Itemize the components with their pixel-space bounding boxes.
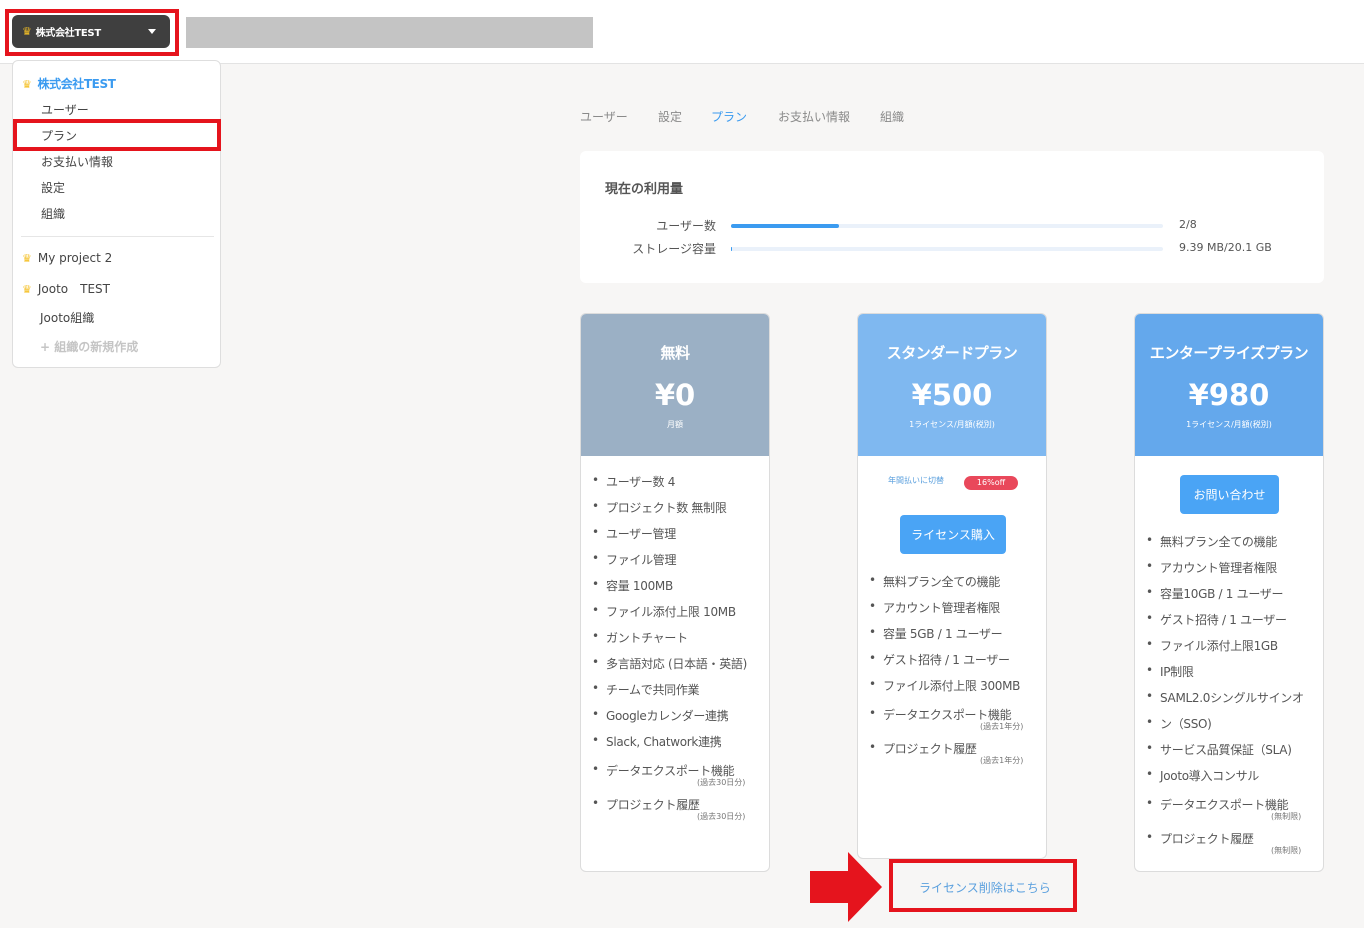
contact-us-button[interactable]: お問い合わせ xyxy=(1180,475,1279,514)
caret-down-icon xyxy=(148,29,156,34)
plan-card-standard: スタンダードプラン ¥500 1ライセンス/月額(税別) 年間払いに切替 16%… xyxy=(857,313,1047,859)
plan-feature: ユーザー数 4 xyxy=(592,473,675,490)
plan-feature: アカウント管理者権限 xyxy=(869,599,1000,616)
users-usage-bar xyxy=(731,224,1163,228)
plan-feature: プロジェクト履歴 xyxy=(1146,830,1254,847)
plan-price-note: 1ライセンス/月額(税別) xyxy=(909,420,995,429)
discount-badge: 16%off xyxy=(964,476,1018,490)
crown-icon: ♛ xyxy=(22,283,32,296)
plan-feature: 容量10GB / 1 ユーザー xyxy=(1146,585,1283,602)
plan-price: ¥0 xyxy=(654,378,696,412)
red-arrow-icon xyxy=(810,852,882,922)
storage-usage-label: ストレージ容量 xyxy=(632,242,716,256)
plan-price: ¥980 xyxy=(1188,378,1270,412)
dropdown-item-settings[interactable]: 設定 xyxy=(41,179,65,196)
plan-feature: 多言語対応 (日本語・英語) xyxy=(592,655,747,672)
plan-feature: 無料プラン全ての機能 xyxy=(1146,533,1277,550)
dropdown-item-billing[interactable]: お支払い情報 xyxy=(41,153,113,170)
org-dropdown-menu: ♛ 株式会社TEST ユーザー プラン お支払い情報 設定 組織 ♛ My proj… xyxy=(12,60,221,368)
usage-card: 現在の利用量 ユーザー数 2/8 ストレージ容量 9.39 MB/20.1 GB xyxy=(580,151,1324,283)
plan-feature-note: (過去1年分) xyxy=(980,756,1024,765)
delete-license-link[interactable]: ライセンス削除はこちら xyxy=(919,879,1051,896)
dropdown-item-users[interactable]: ユーザー xyxy=(41,101,89,118)
plan-price: ¥500 xyxy=(911,378,993,412)
plan-feature-note: (無制限) xyxy=(1271,812,1302,821)
plan-name: 無料 xyxy=(660,344,690,362)
plan-feature-note: (過去1年分) xyxy=(980,722,1024,731)
plan-feature: プロジェクト履歴 xyxy=(869,740,977,757)
redacted-bar xyxy=(186,17,593,48)
top-bar: ♛ 株式会社TEST xyxy=(0,0,1364,64)
plan-name: エンタープライズプラン xyxy=(1149,344,1309,362)
plan-feature: ファイル添付上限 300MB xyxy=(869,677,1020,694)
plan-header-standard: スタンダードプラン ¥500 1ライセンス/月額(税別) xyxy=(858,314,1046,456)
plan-feature: 容量 100MB xyxy=(592,577,673,594)
plan-feature: ファイル添付上限 10MB xyxy=(592,603,736,620)
plan-feature: アカウント管理者権限 xyxy=(1146,559,1277,576)
plan-card-free: 無料 ¥0 月額 ユーザー数 4 プロジェクト数 無制限 ユーザー管理 ファイル… xyxy=(580,313,770,872)
plan-card-enterprise: エンタープライズプラン ¥980 1ライセンス/月額(税別) お問い合わせ 無料… xyxy=(1134,313,1324,872)
users-usage-label: ユーザー数 xyxy=(656,219,716,233)
storage-usage-bar xyxy=(731,247,1163,251)
org-switcher-button[interactable]: ♛ 株式会社TEST xyxy=(12,15,170,48)
dropdown-org-item[interactable]: ♛ Jooto TEST xyxy=(22,280,110,297)
plan-feature: Slack, Chatwork連携 xyxy=(592,733,722,750)
plan-feature: 無料プラン全ての機能 xyxy=(869,573,1000,590)
plan-feature-note: (過去30日分) xyxy=(697,778,746,787)
plan-feature: ガントチャート xyxy=(592,629,688,646)
create-new-org-link[interactable]: + 組織の新規作成 xyxy=(40,338,138,355)
storage-usage-value: 9.39 MB/20.1 GB xyxy=(1179,241,1272,254)
dropdown-item-organization[interactable]: 組織 xyxy=(41,205,65,222)
plan-feature-continued: ン（SSO) xyxy=(1146,715,1212,732)
dropdown-divider xyxy=(21,236,214,237)
usage-title: 現在の利用量 xyxy=(605,182,684,197)
plan-feature: ゲスト招待 / 1 ユーザー xyxy=(1146,611,1287,628)
plan-header-free: 無料 ¥0 月額 xyxy=(581,314,769,456)
tab-plan[interactable]: プラン xyxy=(711,108,747,125)
plan-feature: プロジェクト数 無制限 xyxy=(592,499,727,516)
org-switcher-label: 株式会社TEST xyxy=(35,28,102,39)
crown-icon: ♛ xyxy=(22,252,32,265)
plan-feature-note: (過去30日分) xyxy=(697,812,746,821)
tab-organization[interactable]: 組織 xyxy=(880,108,904,125)
plan-feature-note: (無制限) xyxy=(1271,846,1302,855)
plan-feature: サービス品質保証（SLA) xyxy=(1146,741,1292,758)
dropdown-org-item[interactable]: Jooto組織 xyxy=(40,309,94,326)
plan-feature: データエクスポート機能 xyxy=(1146,796,1289,813)
annual-billing-link[interactable]: 年間払いに切替 xyxy=(888,475,944,486)
purchase-license-button[interactable]: ライセンス購入 xyxy=(900,515,1006,554)
dropdown-item-plan[interactable]: プラン xyxy=(41,127,77,144)
plan-feature: SAML2.0シングルサインオ xyxy=(1146,689,1304,706)
plan-price-note: 1ライセンス/月額(税別) xyxy=(1186,420,1272,429)
plan-feature: チームで共同作業 xyxy=(592,681,700,698)
tab-billing[interactable]: お支払い情報 xyxy=(778,108,850,125)
plan-feature: ファイル添付上限1GB xyxy=(1146,637,1278,654)
crown-icon: ♛ xyxy=(22,25,32,38)
plan-name: スタンダードプラン xyxy=(886,344,1018,362)
plan-feature: プロジェクト履歴 xyxy=(592,796,700,813)
users-usage-value: 2/8 xyxy=(1179,218,1197,231)
tab-settings[interactable]: 設定 xyxy=(658,108,682,125)
dropdown-org-item[interactable]: ♛ My project 2 xyxy=(22,251,112,265)
plan-feature: ファイル管理 xyxy=(592,551,677,568)
users-usage-fill xyxy=(731,224,839,228)
tab-users[interactable]: ユーザー xyxy=(580,108,628,125)
plan-feature: IP制限 xyxy=(1146,663,1194,680)
plan-header-enterprise: エンタープライズプラン ¥980 1ライセンス/月額(税別) xyxy=(1135,314,1323,456)
plan-price-note: 月額 xyxy=(667,420,683,429)
plan-feature: Jooto導入コンサル xyxy=(1146,767,1259,784)
dropdown-current-org[interactable]: ♛ 株式会社TEST xyxy=(22,75,116,92)
plan-feature: ユーザー管理 xyxy=(592,525,676,542)
plan-feature: Googleカレンダー連携 xyxy=(592,707,729,724)
plan-feature: 容量 5GB / 1 ユーザー xyxy=(869,625,1003,642)
crown-icon: ♛ xyxy=(22,78,32,91)
plan-feature: ゲスト招待 / 1 ユーザー xyxy=(869,651,1010,668)
